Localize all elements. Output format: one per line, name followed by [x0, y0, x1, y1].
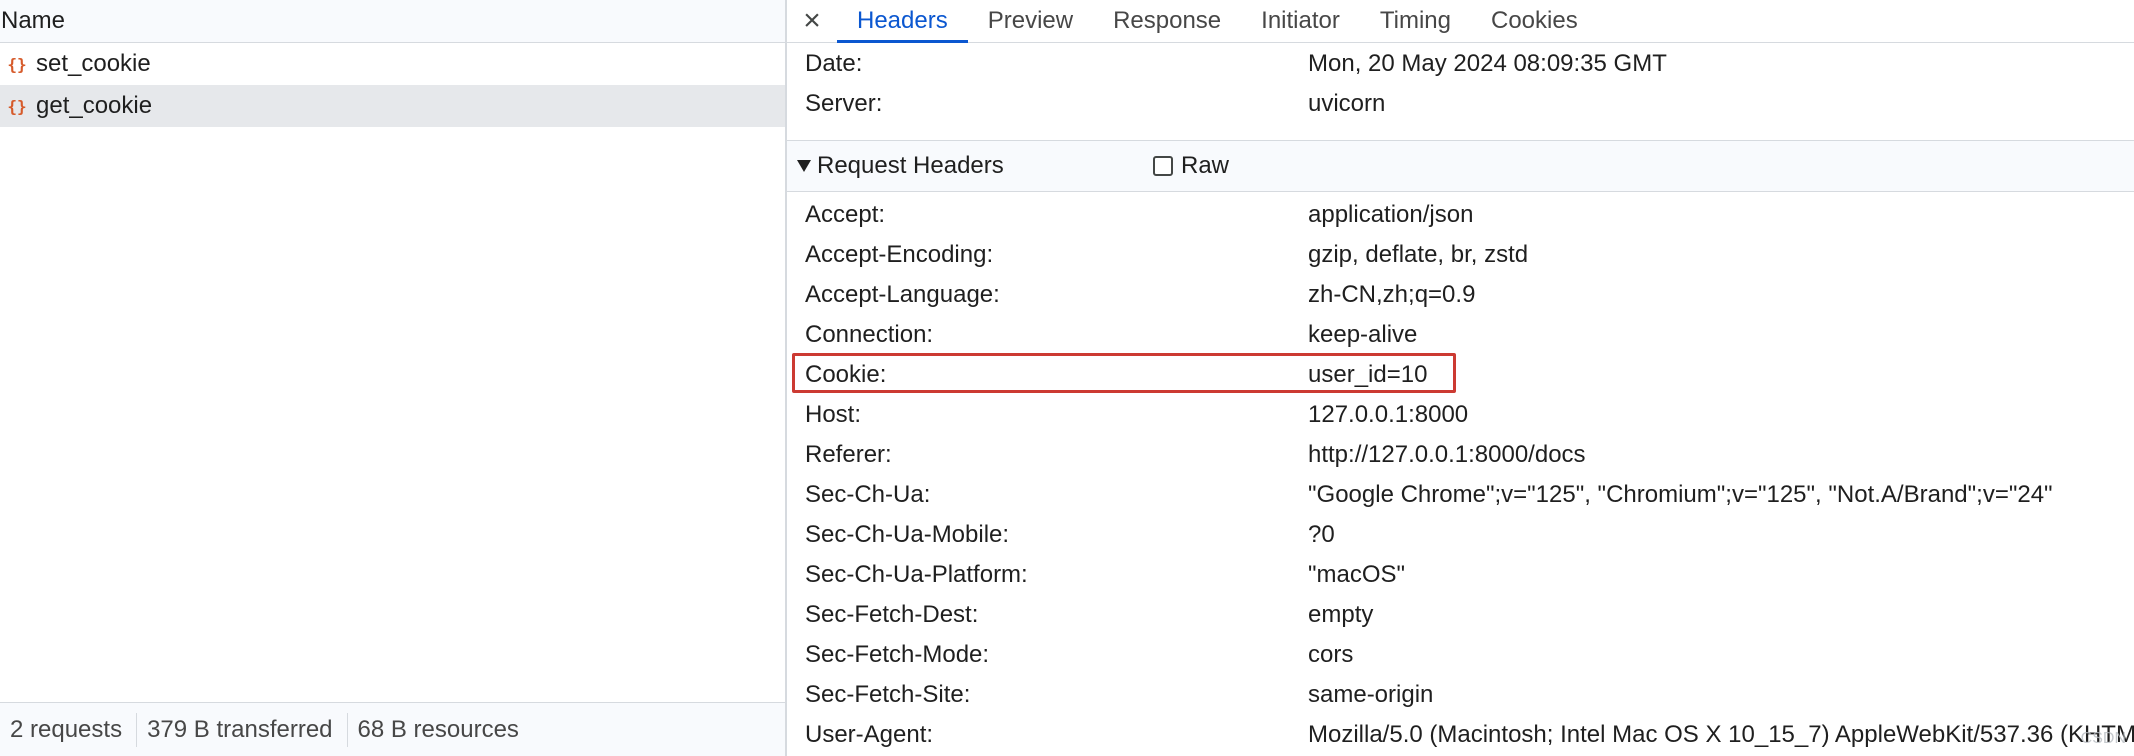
header-row: Accept-Encoding: gzip, deflate, br, zstd — [787, 235, 2134, 275]
header-value: keep-alive — [1308, 321, 1418, 348]
header-value: gzip, deflate, br, zstd — [1308, 241, 1529, 268]
header-key: Date: — [805, 50, 863, 77]
header-row: Sec-Ch-Ua: "Google Chrome";v="125", "Chro… — [787, 475, 2134, 515]
header-key: Connection: — [805, 321, 934, 348]
close-icon[interactable]: × — [787, 0, 837, 42]
header-key: Sec-Ch-Ua-Platform: — [805, 561, 1028, 588]
request-row-get-cookie[interactable]: {} get_cookie — [0, 85, 785, 127]
header-row: Sec-Ch-Ua-Platform: "macOS" — [787, 555, 2134, 595]
header-row: Host: 127.0.0.1:8000 — [787, 395, 2134, 435]
header-value: "Google Chrome";v="125", "Chromium";v="1… — [1308, 481, 2053, 508]
watermark: CSDN — [2080, 730, 2126, 747]
headers-content: Date: Mon, 20 May 2024 08:09:35 GMT Serv… — [787, 43, 2134, 755]
expand-triangle-icon[interactable] — [797, 160, 811, 172]
section-title: Request Headers — [817, 152, 1004, 179]
transferred-size: 379 B transferred — [147, 715, 333, 743]
raw-checkbox[interactable] — [1153, 156, 1173, 176]
header-value: application/json — [1308, 201, 1474, 228]
tab-cookies[interactable]: Cookies — [1471, 0, 1598, 42]
header-key: User-Agent: — [805, 721, 934, 748]
header-value: http://127.0.0.1:8000/docs — [1308, 441, 1586, 468]
header-value: zh-CN,zh;q=0.9 — [1308, 281, 1476, 308]
header-key: Sec-Ch-Ua-Mobile: — [805, 521, 1010, 548]
header-key: Accept-Language: — [805, 281, 1000, 308]
name-column-header[interactable]: Name — [0, 0, 785, 43]
header-key: Sec-Fetch-Site: — [805, 681, 971, 708]
header-key: Sec-Ch-Ua: — [805, 481, 931, 508]
header-row-cookie: Cookie: user_id=10 — [787, 355, 2134, 395]
header-value: user_id=10 — [1308, 361, 1428, 388]
tab-initiator[interactable]: Initiator — [1241, 0, 1360, 42]
header-row: Sec-Fetch-Mode: cors — [787, 635, 2134, 675]
header-row: Accept: application/json — [787, 195, 2134, 235]
header-value: uvicorn — [1308, 90, 1386, 117]
header-value: Mon, 20 May 2024 08:09:35 GMT — [1308, 50, 1667, 77]
network-summary-bar: 2 requests 379 B transferred 68 B resour… — [0, 702, 785, 756]
header-value: 127.0.0.1:8000 — [1308, 401, 1469, 428]
header-value: empty — [1308, 601, 1374, 628]
header-row: Date: Mon, 20 May 2024 08:09:35 GMT — [787, 44, 2134, 84]
request-list-pane: Name {} set_cookie {} get_cookie 2 reque… — [0, 0, 787, 756]
request-name: get_cookie — [36, 92, 153, 119]
header-row: Accept-Language: zh-CN,zh;q=0.9 — [787, 275, 2134, 315]
header-value: cors — [1308, 641, 1354, 668]
request-headers-list: Accept: application/json Accept-Encoding:… — [787, 192, 2134, 755]
header-key: Referer: — [805, 441, 892, 468]
header-key: Cookie: — [805, 361, 887, 388]
section-divider — [787, 124, 2134, 141]
header-row: Referer: http://127.0.0.1:8000/docs — [787, 435, 2134, 475]
header-key: Accept: — [805, 201, 886, 228]
header-value: same-origin — [1308, 681, 1434, 708]
request-headers-section-header[interactable]: Request Headers Raw — [787, 141, 2134, 192]
resources-size: 68 B resources — [357, 715, 519, 743]
header-key: Host: — [805, 401, 862, 428]
name-column-label: Name — [1, 7, 66, 34]
header-row: Connection: keep-alive — [787, 315, 2134, 355]
header-row: Server: uvicorn — [787, 84, 2134, 124]
header-row: User-Agent: Mozilla/5.0 (Macintosh; Intel… — [787, 715, 2134, 755]
raw-label[interactable]: Raw — [1181, 152, 1229, 180]
response-headers-tail: Date: Mon, 20 May 2024 08:09:35 GMT Serv… — [787, 43, 2134, 124]
header-row: Sec-Fetch-Site: same-origin — [787, 675, 2134, 715]
fetch-request-icon: {} — [7, 96, 27, 116]
request-count: 2 requests — [10, 715, 123, 743]
header-key: Server: — [805, 90, 883, 117]
details-tab-bar: × Headers Preview Response Initiator Tim… — [787, 0, 2134, 43]
tab-preview[interactable]: Preview — [968, 0, 1093, 42]
header-key: Sec-Fetch-Mode: — [805, 641, 990, 668]
request-details-pane: × Headers Preview Response Initiator Tim… — [787, 0, 2134, 756]
header-row: Sec-Ch-Ua-Mobile: ?0 — [787, 515, 2134, 555]
header-value: Mozilla/5.0 (Macintosh; Intel Mac OS X 1… — [1308, 721, 2134, 748]
header-value: "macOS" — [1308, 561, 1406, 588]
header-key: Accept-Encoding: — [805, 241, 994, 268]
tab-timing[interactable]: Timing — [1360, 0, 1471, 42]
header-key: Sec-Fetch-Dest: — [805, 601, 979, 628]
tab-response[interactable]: Response — [1093, 0, 1241, 42]
tab-headers[interactable]: Headers — [837, 0, 968, 43]
fetch-request-icon: {} — [7, 54, 27, 74]
request-row-set-cookie[interactable]: {} set_cookie — [0, 43, 785, 85]
request-name: set_cookie — [36, 50, 151, 77]
header-value: ?0 — [1308, 521, 1335, 548]
header-row: Sec-Fetch-Dest: empty — [787, 595, 2134, 635]
